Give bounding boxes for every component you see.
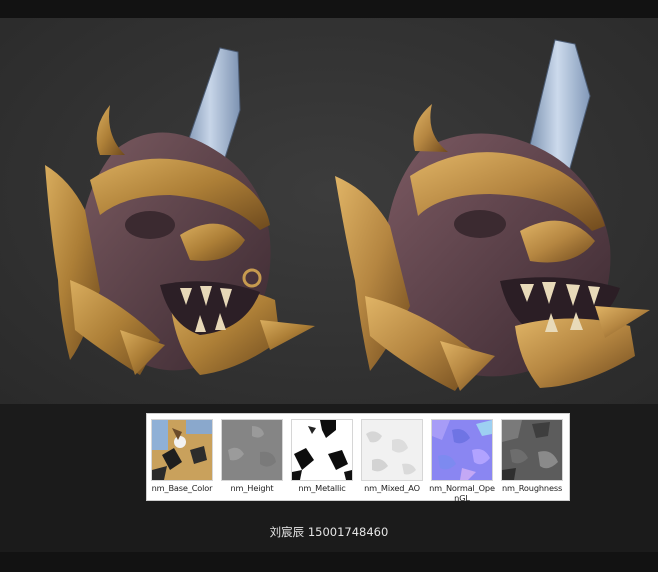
- texture-label: nm_Mixed_AO: [364, 483, 420, 493]
- texture-item-normal-opengl: nm_Normal_OpenGL: [429, 419, 495, 503]
- texture-label: nm_Metallic: [298, 483, 346, 493]
- top-bar: [0, 0, 658, 18]
- metallic-thumbnail: [291, 419, 353, 481]
- height-thumbnail: [221, 419, 283, 481]
- render-viewport: [0, 18, 658, 404]
- roughness-thumbnail: [501, 419, 563, 481]
- mixed-ao-thumbnail: [361, 419, 423, 481]
- normal-opengl-thumbnail: [431, 419, 493, 481]
- texture-label: nm_Base_Color: [151, 483, 213, 493]
- texture-label: nm_Height: [230, 483, 274, 493]
- texture-item-height: nm_Height: [219, 419, 285, 494]
- demon-helmet-render-left: [45, 47, 315, 375]
- base-color-thumbnail: [151, 419, 213, 481]
- bottom-bar: [0, 552, 658, 572]
- demon-helmet-render-right: [335, 39, 650, 391]
- texture-panel: nm_Base_Color nm_Height nm_Metallic nm_M…: [146, 413, 570, 503]
- texture-item-mixed-ao: nm_Mixed_AO: [359, 419, 425, 494]
- author-credit: 刘宸辰 15001748460: [269, 525, 389, 539]
- texture-label: nm_Roughness: [501, 483, 563, 493]
- texture-item-metallic: nm_Metallic: [289, 419, 355, 494]
- texture-item-roughness: nm_Roughness: [499, 419, 565, 494]
- texture-label: nm_Normal_OpenGL: [429, 483, 495, 503]
- texture-item-base-color: nm_Base_Color: [149, 419, 215, 494]
